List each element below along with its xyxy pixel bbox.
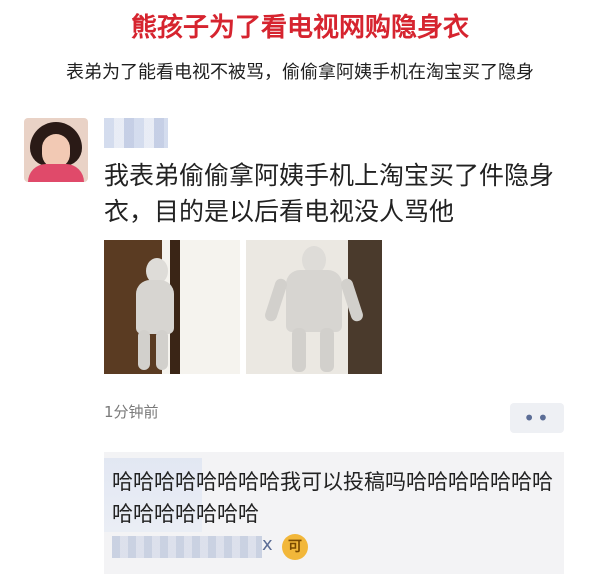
avatar-face bbox=[42, 134, 70, 168]
comment-footer-suffix: x bbox=[262, 534, 273, 555]
comment-footer: x 可 bbox=[112, 532, 312, 562]
post-timestamp: 1分钟前 bbox=[104, 403, 159, 421]
post-photo-2[interactable] bbox=[246, 240, 382, 374]
post-photo-1[interactable] bbox=[104, 240, 240, 374]
emoji-icon: 可 bbox=[282, 534, 308, 560]
post-text: 我表弟偷偷拿阿姨手机上淘宝买了件隐身衣，目的是以后看电视没人骂他 bbox=[104, 161, 555, 226]
avatar-shirt bbox=[28, 164, 84, 182]
headline: 熊孩子为了看电视网购隐身衣 bbox=[130, 13, 469, 43]
comment-footer-blurred bbox=[112, 536, 262, 558]
username-blurred[interactable] bbox=[104, 118, 168, 148]
more-button[interactable]: •• bbox=[510, 403, 564, 433]
avatar[interactable] bbox=[24, 118, 88, 182]
subheadline: 表弟为了能看电视不被骂，偷偷拿阿姨手机在淘宝买了隐身 bbox=[66, 62, 534, 83]
comment-text: 哈哈哈哈哈哈哈哈我可以投稿吗哈哈哈哈哈哈哈哈哈哈哈哈哈哈 bbox=[112, 470, 553, 526]
